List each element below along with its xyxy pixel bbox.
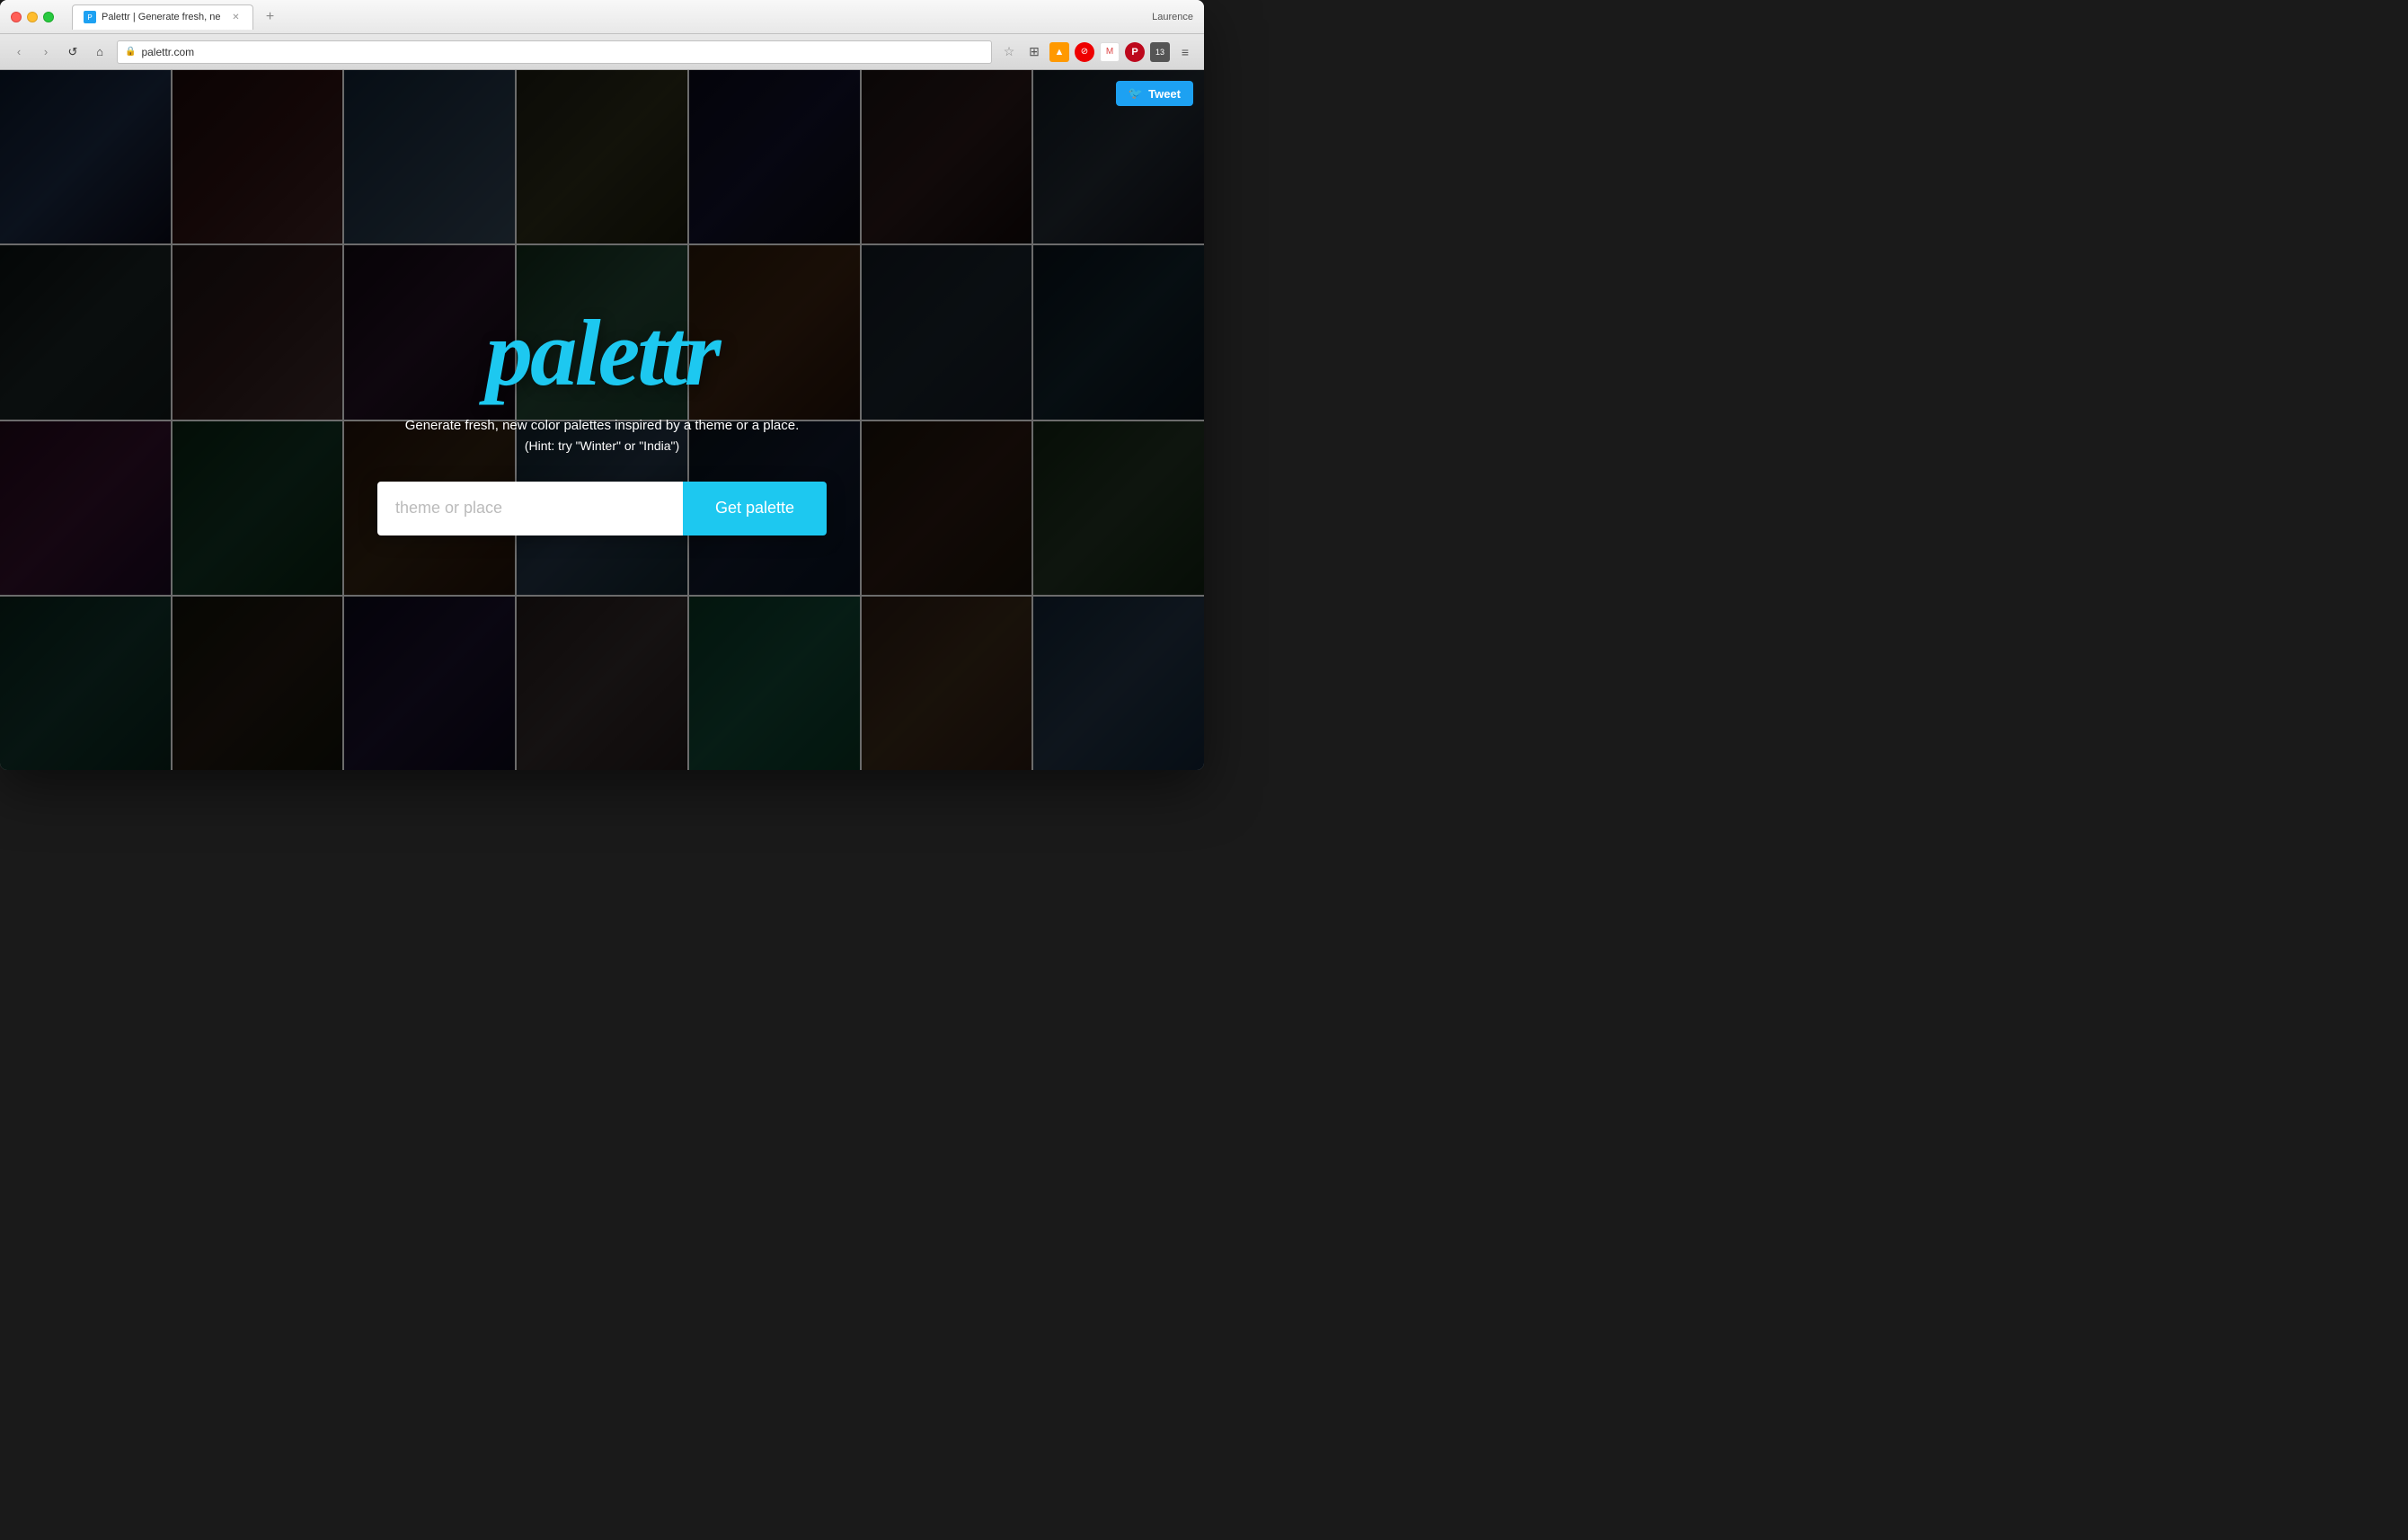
- menu-icon[interactable]: ≡: [1175, 42, 1195, 62]
- alert-icon[interactable]: ⊘: [1075, 42, 1094, 62]
- search-form: Get palette: [377, 482, 827, 535]
- refresh-button[interactable]: ↺: [63, 42, 83, 62]
- user-label: Laurence: [1152, 12, 1193, 22]
- search-input[interactable]: [377, 482, 683, 535]
- tagline: Generate fresh, new color palettes inspi…: [405, 418, 800, 433]
- maximize-button[interactable]: [43, 12, 54, 22]
- url-text: palettr.com: [141, 46, 194, 58]
- address-bar: ‹ › ↺ ⌂ 🔒 palettr.com ☆ ⊞ ▲ ⊘ M P 13 ≡: [0, 34, 1204, 70]
- minimize-button[interactable]: [27, 12, 38, 22]
- tweet-button-label: Tweet: [1148, 87, 1181, 101]
- notification-icon[interactable]: ▲: [1049, 42, 1069, 62]
- lock-icon: 🔒: [125, 47, 136, 57]
- new-tab-button[interactable]: +: [257, 6, 282, 28]
- bookmark-icon[interactable]: ☆: [999, 42, 1019, 62]
- logo: palettr: [486, 305, 719, 400]
- layers-icon[interactable]: ⊞: [1024, 42, 1044, 62]
- gmail-icon[interactable]: M: [1100, 42, 1120, 62]
- pinterest-icon[interactable]: P: [1125, 42, 1145, 62]
- tab-favicon: P: [84, 11, 96, 23]
- get-palette-button[interactable]: Get palette: [683, 482, 827, 535]
- home-button[interactable]: ⌂: [90, 42, 110, 62]
- browser-window: P Palettr | Generate fresh, ne ✕ + Laure…: [0, 0, 1204, 770]
- counter-icon[interactable]: 13: [1150, 42, 1170, 62]
- address-bar-input[interactable]: 🔒 palettr.com: [117, 40, 992, 64]
- main-content: palettr Generate fresh, new color palett…: [0, 70, 1204, 770]
- back-button[interactable]: ‹: [9, 42, 29, 62]
- tab-close-button[interactable]: ✕: [229, 11, 242, 23]
- active-tab[interactable]: P Palettr | Generate fresh, ne ✕: [72, 4, 253, 30]
- title-bar: P Palettr | Generate fresh, ne ✕ + Laure…: [0, 0, 1204, 34]
- tweet-button[interactable]: 🐦 Tweet: [1116, 81, 1193, 106]
- traffic-lights: [11, 12, 54, 22]
- twitter-bird-icon: 🐦: [1129, 86, 1143, 101]
- forward-button[interactable]: ›: [36, 42, 56, 62]
- hint: (Hint: try "Winter" or "India"): [525, 438, 679, 453]
- toolbar-icons: ☆ ⊞ ▲ ⊘ M P 13 ≡: [999, 42, 1195, 62]
- browser-content: 🐦 Tweet palettr Generate fresh, new colo…: [0, 70, 1204, 770]
- tab-bar: P Palettr | Generate fresh, ne ✕ +: [72, 4, 1145, 30]
- tab-title: Palettr | Generate fresh, ne: [102, 12, 220, 22]
- close-button[interactable]: [11, 12, 22, 22]
